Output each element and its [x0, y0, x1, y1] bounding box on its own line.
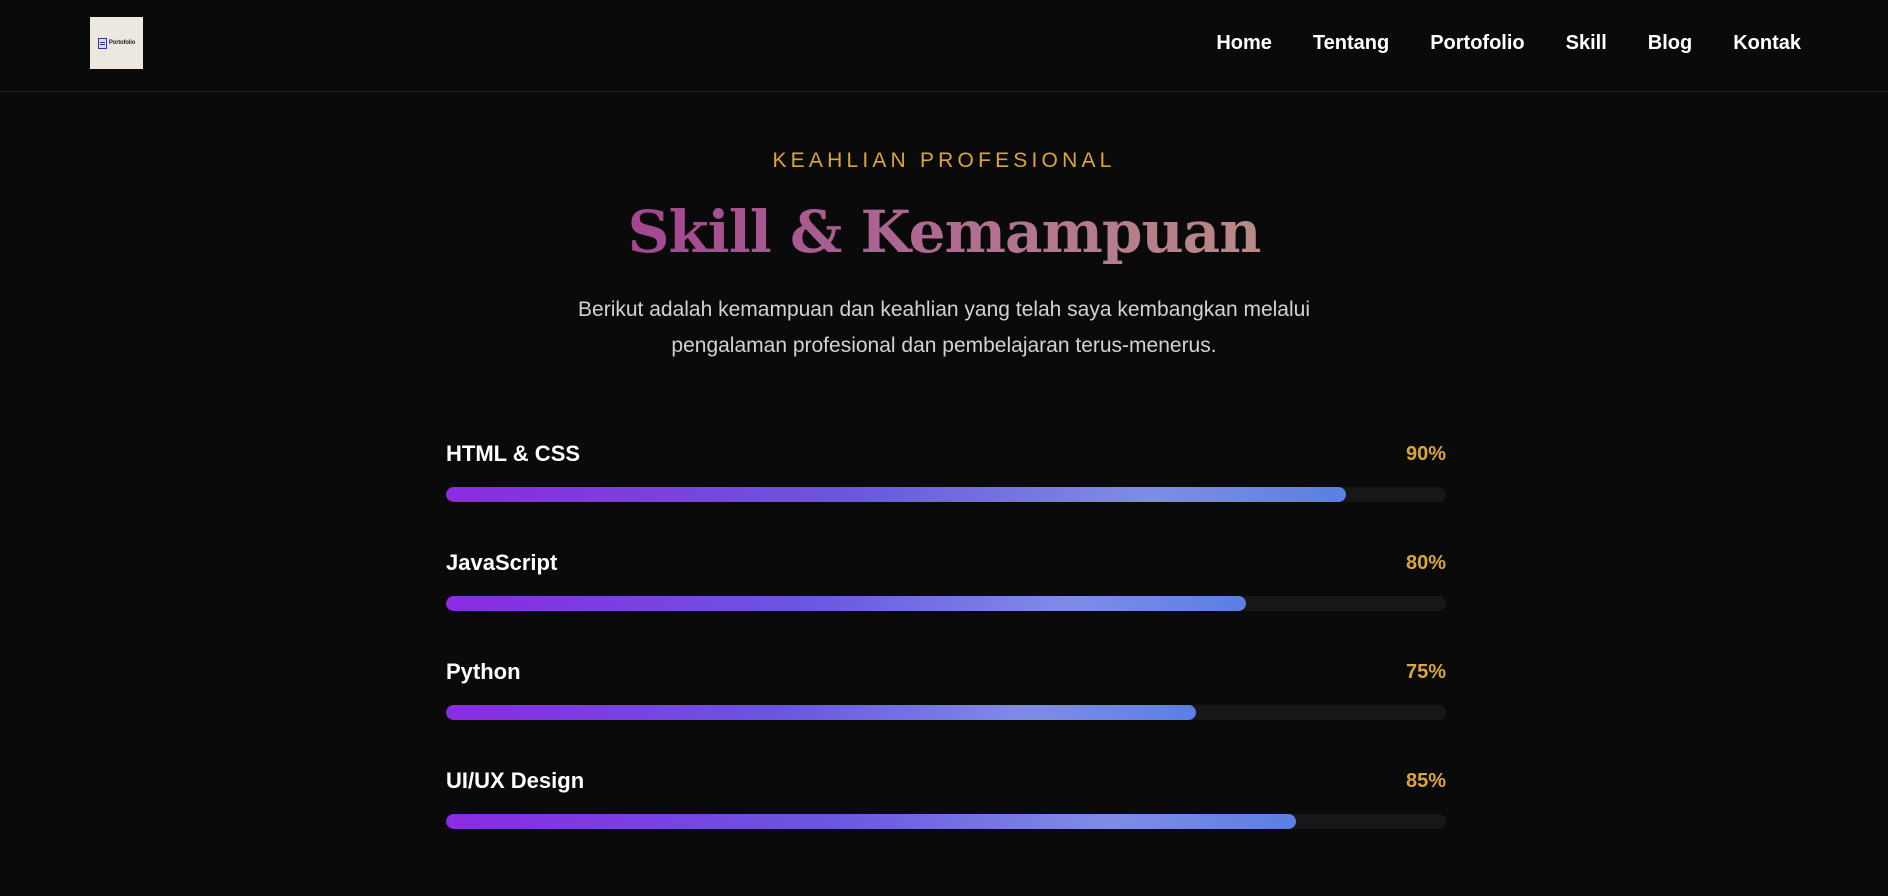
skill-item: JavaScript 80% [446, 549, 1446, 658]
section-title: Skill & Kemampuan [0, 196, 1888, 268]
skill-item: UI/UX Design 85% [446, 767, 1446, 876]
progress-fill [446, 487, 1346, 502]
progress-track [446, 705, 1446, 720]
nav-link-portofolio[interactable]: Portofolio [1430, 30, 1524, 56]
skill-percent: 85% [1405, 769, 1446, 792]
skill-percent: 80% [1405, 551, 1446, 574]
site-logo[interactable]: Portofolio [90, 17, 143, 69]
skill-name: JavaScript [446, 550, 558, 575]
skill-header: Python 75% [446, 658, 1446, 686]
skill-name: UI/UX Design [446, 768, 585, 793]
navbar: Portofolio Home Tentang Portofolio Skill… [0, 0, 1888, 92]
section-subtitle: Berikut adalah kemampuan dan keahlian ya… [578, 298, 1310, 357]
progress-track [446, 487, 1446, 502]
skills-list: HTML & CSS 90% JavaScript 80% Python 75%… [446, 440, 1446, 876]
nav-link-kontak[interactable]: Kontak [1733, 30, 1801, 56]
progress-fill [446, 814, 1296, 829]
section-eyebrow: KEAHLIAN PROFESIONAL [772, 149, 1116, 172]
nav-link-blog[interactable]: Blog [1648, 30, 1692, 56]
skill-header: HTML & CSS 90% [446, 440, 1446, 468]
skill-percent: 75% [1405, 660, 1446, 683]
main-nav: Home Tentang Portofolio Skill Blog Konta… [1175, 30, 1801, 56]
nav-link-home[interactable]: Home [1216, 30, 1272, 56]
progress-track [446, 814, 1446, 829]
document-icon [97, 37, 107, 49]
logo-text: Portofolio [108, 40, 136, 46]
skill-name: HTML & CSS [446, 441, 581, 466]
nav-link-tentang[interactable]: Tentang [1313, 30, 1389, 56]
progress-fill [446, 705, 1196, 720]
skill-item: Python 75% [446, 658, 1446, 767]
nav-link-skill[interactable]: Skill [1566, 30, 1607, 56]
progress-track [446, 596, 1446, 611]
progress-fill [446, 596, 1246, 611]
section-title-text: Skill & Kemampuan [627, 198, 1262, 266]
skill-header: UI/UX Design 85% [446, 767, 1446, 795]
skill-name: Python [446, 659, 521, 684]
skill-item: HTML & CSS 90% [446, 440, 1446, 549]
skill-percent: 90% [1405, 442, 1446, 465]
skill-header: JavaScript 80% [446, 549, 1446, 577]
